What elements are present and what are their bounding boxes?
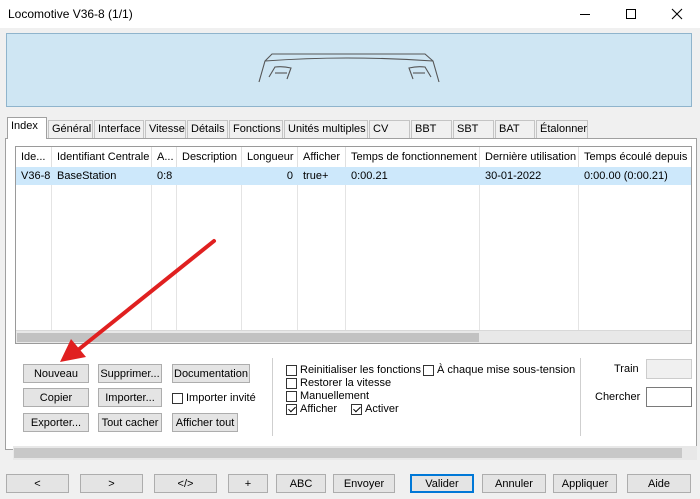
restorer-vitesse-checkbox[interactable]: Restorer la vitesse xyxy=(286,376,391,390)
previous-button[interactable]: < xyxy=(6,474,69,493)
valider-button[interactable]: Valider xyxy=(410,474,474,493)
minimize-icon[interactable] xyxy=(562,0,608,28)
maximize-icon[interactable] xyxy=(608,0,654,28)
tab-etalonner[interactable]: Étalonner xyxy=(536,120,588,138)
envoyer-button[interactable]: Envoyer xyxy=(333,474,395,493)
cell-afficher: true+ xyxy=(303,170,329,182)
annuler-button[interactable]: Annuler xyxy=(482,474,546,493)
tout-cacher-button[interactable]: Tout cacher xyxy=(98,413,162,432)
window-title: Locomotive V36-8 (1/1) xyxy=(8,7,133,21)
cell-temps-fonctionnement: 0:00.21 xyxy=(351,170,388,182)
chaque-mise-sous-tension-checkbox[interactable]: À chaque mise sous-tension xyxy=(423,363,575,377)
copier-button[interactable]: Copier xyxy=(23,388,89,407)
column-header-derniere-utilisation[interactable]: Dernière utilisation xyxy=(480,147,579,167)
abc-button[interactable]: ABC xyxy=(276,474,326,493)
tab-bat[interactable]: BAT xyxy=(495,120,535,138)
checkbox-checked-icon[interactable] xyxy=(351,403,362,415)
cell-id: V36-8 xyxy=(21,170,51,182)
locomotive-preview xyxy=(6,33,692,107)
locomotive-outline-icon xyxy=(258,53,440,83)
add-button[interactable]: + xyxy=(228,474,268,493)
checkbox-icon[interactable] xyxy=(286,377,297,389)
supprimer-button[interactable]: Supprimer... xyxy=(98,364,162,383)
title-bar: Locomotive V36-8 (1/1) xyxy=(0,0,700,28)
column-header-identifiant-centrale[interactable]: Identifiant Centrale xyxy=(52,147,152,167)
importer-invite-checkbox[interactable]: Importer invité xyxy=(172,391,256,405)
afficher-tout-button[interactable]: Afficher tout xyxy=(172,413,238,432)
tab-fonctions[interactable]: Fonctions xyxy=(229,120,283,138)
train-label: Train xyxy=(614,363,639,375)
panel-horizontal-scrollbar[interactable] xyxy=(13,446,697,460)
cell-adresse: 0:8 xyxy=(157,170,173,182)
tab-interface[interactable]: Interface xyxy=(94,120,144,138)
tab-details[interactable]: Détails xyxy=(187,120,228,138)
cell-temps-ecoule: 0:00.00 (0:00.21) xyxy=(584,170,668,182)
tab-index[interactable]: Index xyxy=(7,117,47,139)
column-header-adresse[interactable]: A... xyxy=(152,147,177,167)
checkbox-icon[interactable] xyxy=(286,390,297,402)
cell-longueur: 0 xyxy=(286,170,293,182)
reinitialiser-fonctions-checkbox[interactable]: Reinitialiser les fonctions xyxy=(286,363,421,377)
checkbox-icon[interactable] xyxy=(172,392,183,404)
exporter-button[interactable]: Exporter... xyxy=(23,413,89,432)
nouveau-button[interactable]: Nouveau xyxy=(23,364,89,383)
column-header-longueur[interactable]: Longueur xyxy=(242,147,298,167)
roster-table: Ide... Identifiant Centrale A... Descrip… xyxy=(15,146,692,344)
tab-bbt[interactable]: BBT xyxy=(411,120,452,138)
separator xyxy=(272,358,273,436)
checkbox-checked-icon[interactable] xyxy=(286,403,297,415)
close-icon[interactable] xyxy=(654,0,700,28)
column-header-afficher[interactable]: Afficher xyxy=(298,147,346,167)
next-button[interactable]: > xyxy=(80,474,143,493)
tab-unites-multiples[interactable]: Unités multiples xyxy=(284,120,368,138)
scrollbar-thumb[interactable] xyxy=(17,333,479,342)
separator xyxy=(580,358,581,436)
checkbox-icon[interactable] xyxy=(423,364,434,376)
code-button[interactable]: </> xyxy=(154,474,217,493)
tab-general[interactable]: Général xyxy=(48,120,93,138)
importer-button[interactable]: Importer... xyxy=(98,388,162,407)
column-header-description[interactable]: Description xyxy=(177,147,242,167)
scrollbar-thumb[interactable] xyxy=(14,448,682,458)
tab-cv[interactable]: CV xyxy=(369,120,410,138)
column-header-id[interactable]: Ide... xyxy=(16,147,52,167)
checkbox-icon[interactable] xyxy=(286,364,297,376)
appliquer-button[interactable]: Appliquer xyxy=(553,474,617,493)
train-field xyxy=(646,359,692,379)
cell-description xyxy=(177,167,242,185)
chercher-label: Chercher xyxy=(595,391,641,403)
activer-checkbox[interactable]: Activer xyxy=(351,402,399,416)
column-header-temps-ecoule[interactable]: Temps écoulé depuis ré xyxy=(579,147,691,167)
column-header-temps-fonctionnement[interactable]: Temps de fonctionnement xyxy=(346,147,480,167)
table-horizontal-scrollbar[interactable] xyxy=(16,330,691,343)
tab-vitesse[interactable]: Vitesse xyxy=(145,120,186,138)
tab-sbt[interactable]: SBT xyxy=(453,120,494,138)
manuellement-checkbox[interactable]: Manuellement xyxy=(286,389,369,403)
chercher-input[interactable] xyxy=(646,387,692,407)
aide-button[interactable]: Aide xyxy=(627,474,691,493)
afficher-checkbox[interactable]: Afficher xyxy=(286,402,337,416)
cell-identifiant-centrale: BaseStation xyxy=(57,170,117,182)
cell-derniere-utilisation: 30-01-2022 xyxy=(485,170,542,182)
documentation-button[interactable]: Documentation xyxy=(172,364,250,383)
